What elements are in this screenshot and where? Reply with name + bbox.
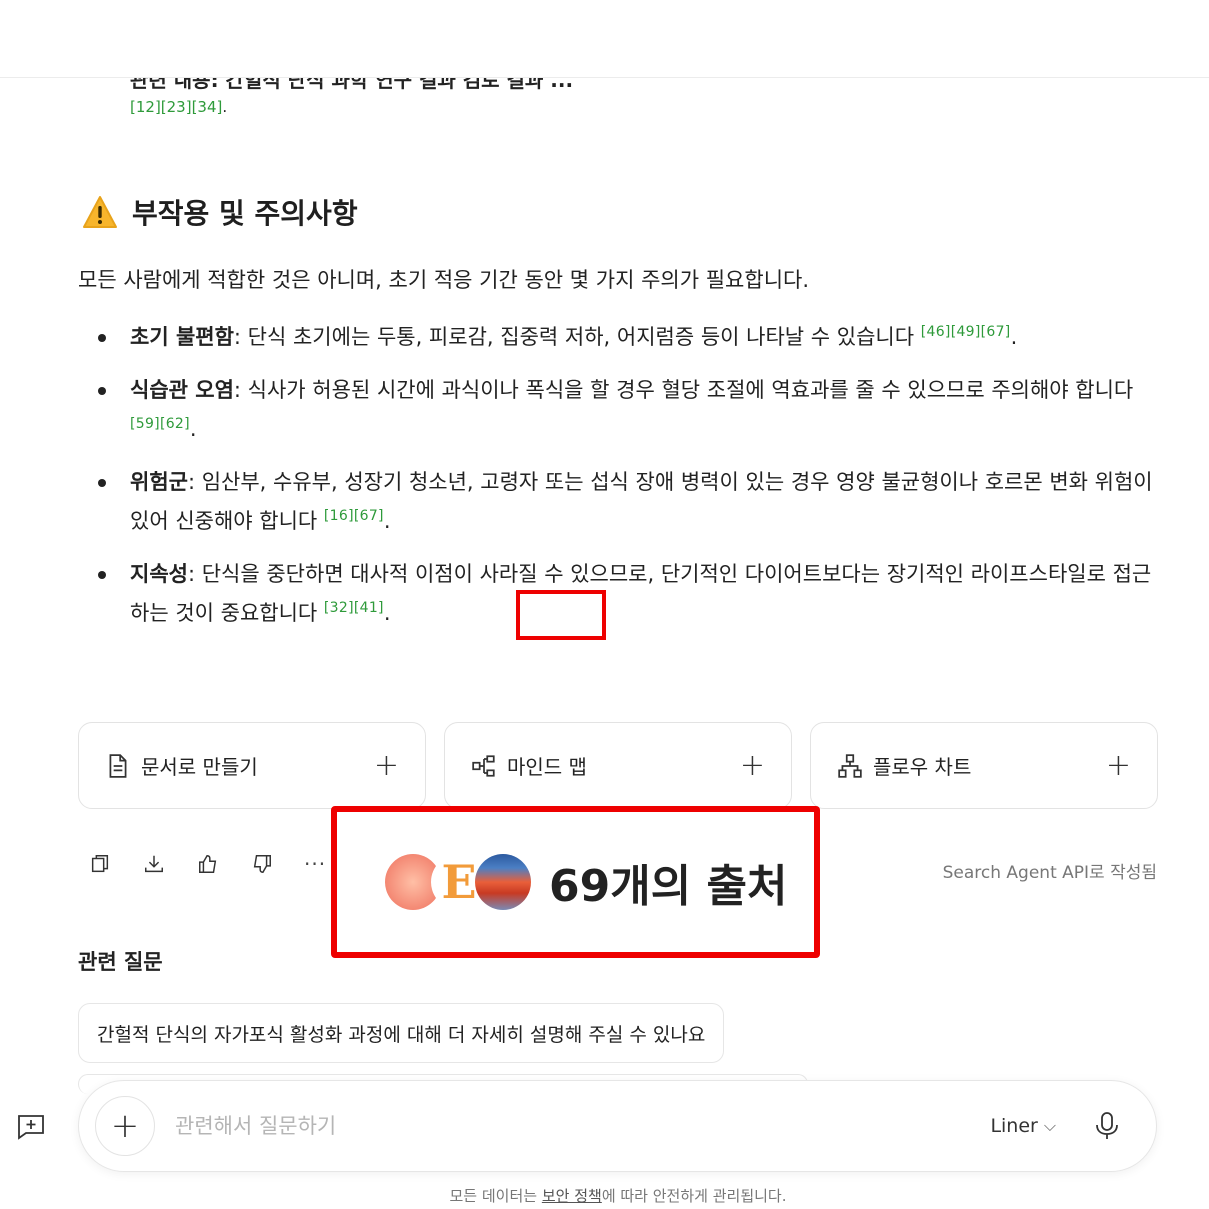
list-item: 초기 불편함: 단식 초기에는 두통, 피로감, 집중력 저하, 어지럼증 등이…	[96, 318, 1156, 357]
warning-icon	[83, 196, 117, 228]
citation-link[interactable]: [46][49][67]	[921, 324, 1011, 340]
section-title: 부작용 및 주의사항	[132, 197, 358, 230]
citation-link[interactable]: [12][23][34]	[130, 98, 222, 116]
bullet-text: : 식사가 허용된 시간에 과식이나 폭식을 할 경우 혈당 조절에 역효과를 …	[233, 378, 1134, 402]
section-intro: 모든 사람에게 적합한 것은 아니며, 초기 적응 기간 동안 몇 가지 주의가…	[78, 268, 810, 292]
bullet-term: 지속성	[130, 562, 188, 586]
footer-text: 모든 데이터는	[449, 1187, 542, 1205]
security-policy-link[interactable]: 보안 정책	[542, 1187, 602, 1205]
action-cards: 문서로 만들기 + 마인드 맵 + 플로우 차트 +	[78, 722, 1158, 809]
list-item: 식습관 오염: 식사가 허용된 시간에 과식이나 폭식을 할 경우 혈당 조절에…	[96, 371, 1156, 449]
mind-map-button[interactable]: 마인드 맵 +	[444, 722, 792, 809]
model-label: Liner	[990, 1115, 1038, 1137]
ask-bar: + Liner ⌵	[78, 1080, 1157, 1172]
list-item: 위험군: 임산부, 수유부, 성장기 청소년, 고령자 또는 섭식 장애 병력이…	[96, 463, 1156, 541]
sources-button[interactable]: E 69개의 출처	[331, 806, 820, 958]
caution-list: 초기 불편함: 단식 초기에는 두통, 피로감, 집중력 저하, 어지럼증 등이…	[96, 318, 1156, 647]
source-logos: E	[379, 852, 539, 912]
download-icon[interactable]	[142, 852, 166, 876]
bullet-term: 초기 불편함	[130, 325, 234, 349]
footer-text: 에 따라 안전하게 관리됩니다.	[601, 1187, 787, 1205]
list-item: 지속성: 단식을 중단하면 대사적 이점이 사라질 수 있으므로, 단기적인 다…	[96, 555, 1156, 633]
related-questions-title: 관련 질문	[78, 950, 163, 974]
action-label: 마인드 맵	[507, 755, 587, 779]
top-bar	[0, 0, 1209, 78]
action-label: 문서로 만들기	[141, 755, 258, 779]
attach-button[interactable]: +	[95, 1096, 155, 1156]
chevron-down-icon: ⌵	[1043, 1116, 1056, 1135]
copy-icon[interactable]	[88, 852, 112, 876]
microphone-icon[interactable]	[1094, 1111, 1120, 1141]
ask-input[interactable]	[175, 1114, 991, 1138]
plus-icon: +	[373, 748, 399, 783]
bullet-text: : 단식 초기에는 두통, 피로감, 집중력 저하, 어지럼증 등이 나타날 수…	[233, 325, 915, 349]
related-question-item[interactable]: 간헐적 단식의 자가포식 활성화 과정에 대해 더 자세히 설명해 주실 수 있…	[78, 1003, 725, 1063]
section-header: 부작용 및 주의사항	[82, 192, 358, 232]
bullet-term: 식습관 오염	[130, 378, 234, 402]
top-citations[interactable]: [12][23][34].	[130, 98, 227, 116]
plus-icon: +	[739, 748, 765, 783]
citation-highlight-box	[516, 590, 606, 640]
mindmap-icon	[472, 754, 495, 777]
bullet-text: : 임산부, 수유부, 성장기 청소년, 고령자 또는 섭식 장애 병력이 있는…	[130, 470, 1153, 533]
source-logo	[475, 854, 531, 910]
plus-icon: +	[1105, 748, 1131, 783]
new-chat-icon[interactable]	[16, 1113, 46, 1141]
generated-by-label: Search Agent API로 작성됨	[942, 863, 1157, 883]
bullet-text: : 단식을 중단하면 대사적 이점이 사라질 수 있으므로, 단기적인 다이어트…	[130, 562, 1152, 625]
citation-link[interactable]: [32][41]	[324, 600, 384, 616]
citation-link[interactable]: [59][62]	[130, 416, 190, 432]
action-label: 플로우 차트	[873, 755, 972, 779]
sources-count: 69개의 출처	[549, 861, 788, 912]
answer-toolbar: ···	[88, 852, 326, 876]
footer-note: 모든 데이터는 보안 정책에 따라 안전하게 관리됩니다.	[0, 1185, 1209, 1206]
make-document-button[interactable]: 문서로 만들기 +	[78, 722, 426, 809]
citation-link[interactable]: [16][67]	[324, 508, 384, 524]
thumbs-up-icon[interactable]	[196, 852, 220, 876]
bullet-term: 위험군	[130, 470, 188, 494]
more-options-button[interactable]: ···	[304, 852, 326, 876]
model-selector[interactable]: Liner ⌵	[990, 1115, 1056, 1137]
thumbs-down-icon[interactable]	[250, 852, 274, 876]
document-icon	[109, 753, 127, 778]
flowchart-icon	[838, 753, 862, 778]
flow-chart-button[interactable]: 플로우 차트 +	[810, 722, 1158, 809]
